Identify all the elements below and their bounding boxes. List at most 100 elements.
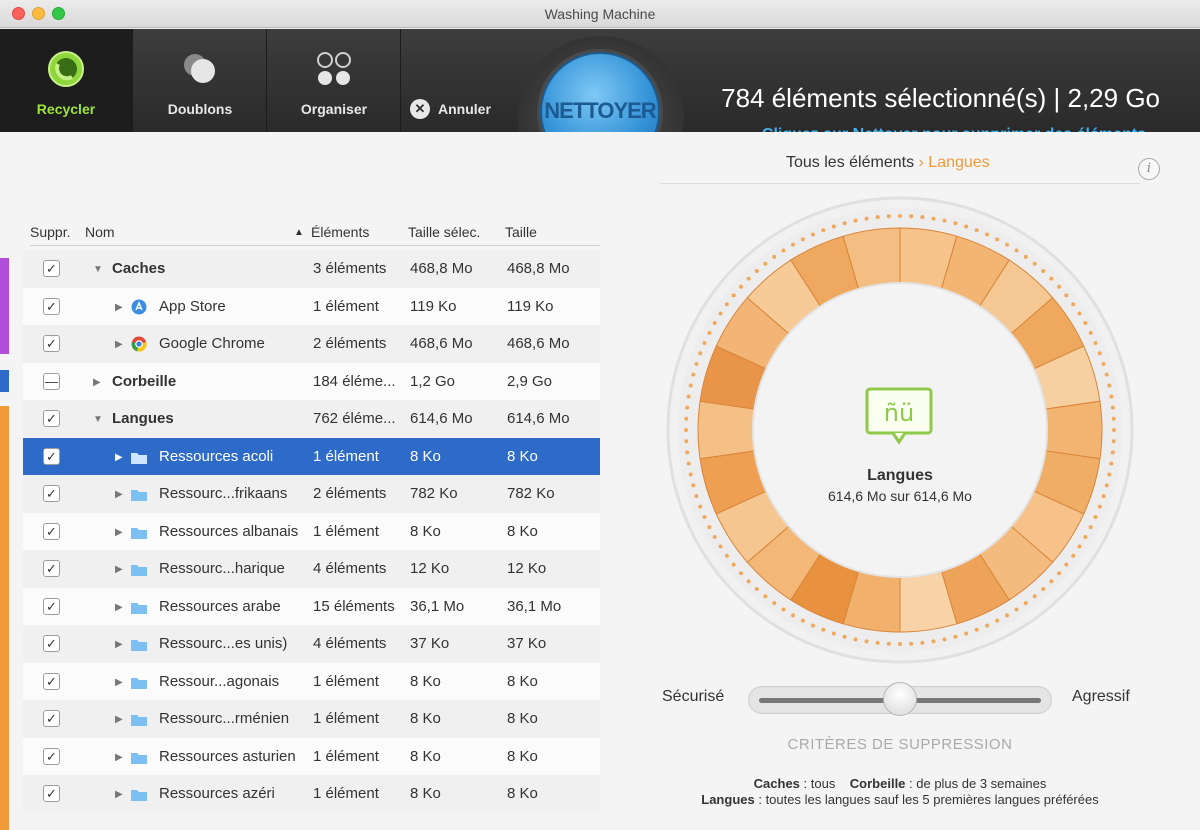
dial-dot [864,216,869,221]
table-row[interactable]: ✓ ▶ Ressources asturien 1 élément 8 Ko 8 Ko [23,737,600,775]
disclosure-closed-icon[interactable]: ▶ [115,452,123,463]
table-row[interactable]: ✓ ▶ Ressources azéri 1 élément 8 Ko 8 Ko [23,775,600,813]
dial-dot [691,372,696,377]
dial-dot [1110,450,1115,455]
table-row[interactable]: ✓ ▼ Caches 3 éléments 468,8 Mo 468,8 Mo [23,250,600,288]
row-size: 782 Ko [507,485,555,502]
dial-dot [718,311,723,316]
caches-color-bar [0,258,9,354]
delete-checkbox[interactable]: ✓ [43,335,60,352]
dial-dot [772,601,777,606]
disclosure-closed-icon[interactable]: ▶ [115,564,123,575]
disclosure-closed-icon[interactable]: ▶ [115,302,123,313]
table-row[interactable]: ✓ ▶ Ressourc...rménien 1 élément 8 Ko 8 Ko [23,700,600,738]
breadcrumb-root[interactable]: Tous les éléments [786,154,914,171]
delete-checkbox[interactable]: ✓ [43,672,60,690]
col-size-selected[interactable]: Taille sélec. [408,224,480,240]
table-row[interactable]: ✓ ▶ Google Chrome 2 éléments 468,6 Mo 468,6 M… [23,325,600,363]
dial-dot [707,330,712,335]
row-elements: 3 éléments [313,260,387,277]
dial-dot [1014,607,1019,612]
dial-dot [781,607,786,612]
items-panel: Suppr. Nom ▲ Éléments Taille sélec. Tail… [0,132,600,830]
col-size[interactable]: Taille [505,224,537,240]
info-icon[interactable]: i [1138,158,1160,180]
folder-icon [131,602,147,614]
row-size-selected: 8 Ko [410,447,441,465]
row-name: Ressources asturien [159,747,296,765]
disclosure-open-icon[interactable]: ▼ [93,414,103,425]
row-elements: 1 élément [313,447,379,465]
delete-checkbox[interactable]: ✓ [43,260,60,277]
dial-dot [686,461,691,466]
delete-checkbox[interactable]: — [43,372,60,390]
dial-dot [942,218,947,223]
table-row[interactable]: — ▶ Corbeille 184 éléme... 1,2 Go 2,9 Go [23,362,600,400]
delete-checkbox[interactable]: ✓ [43,522,60,540]
row-elements: 1 élément [313,710,379,727]
dial-dot [909,641,914,646]
table-row[interactable]: ✓ ▶ Ressources albanais 1 élément 8 Ko 8 Ko [23,512,600,550]
dial-dot [1104,372,1109,377]
dial-dot [754,587,759,592]
row-size-selected: 1,2 Go [410,372,456,390]
disclosure-closed-icon[interactable]: ▶ [115,752,123,763]
folder-icon [131,565,147,576]
dial-subtitle: 614,6 Mo sur 614,6 Mo [828,488,972,504]
table-row[interactable]: ✓ ▼ Langues 762 éléme... 614,6 Mo 614,6 Mo [23,400,600,438]
disclosure-open-icon[interactable]: ▼ [93,264,103,275]
disclosure-closed-icon[interactable]: ▶ [115,639,123,650]
disclosure-closed-icon[interactable]: ▶ [115,789,123,800]
disclosure-closed-icon[interactable]: ▶ [115,489,123,500]
delete-checkbox[interactable]: ✓ [43,297,60,315]
delete-checkbox[interactable]: ✓ [43,710,60,727]
dial-dot [1088,330,1093,335]
sort-up-icon: ▲ [294,227,304,238]
disclosure-closed-icon[interactable]: ▶ [115,677,123,688]
dial-dot [1083,535,1088,539]
disclosure-closed-icon[interactable]: ▶ [115,714,123,725]
table-row[interactable]: ✓ ▶ Ressources acoli 1 élément 8 Ko 8 Ko [23,437,600,475]
disclosure-closed-icon[interactable]: ▶ [115,602,123,613]
table-row[interactable]: ✓ ▶ Ressourc...es unis) 4 éléments 37 Ko 37 K… [23,625,600,663]
disclosure-closed-icon[interactable]: ▶ [115,339,123,350]
dial-dot [688,383,693,388]
row-elements: 1 élément [313,522,379,540]
table-row[interactable]: ✓ ▶ App Store 1 élément 119 Ko 119 Ko [23,287,600,325]
tab-organiser[interactable]: Organiser [268,29,401,132]
dial-title: Langues [867,467,933,484]
dial-dot [953,634,958,639]
col-name[interactable]: Nom [85,224,115,240]
col-elements[interactable]: Éléments [311,224,369,240]
cancel-button[interactable]: ✕ Annuler [410,97,491,121]
row-size-selected: 37 Ko [410,635,450,652]
table-row[interactable]: ✓ ▶ Ressour...agonais 1 élément 8 Ko 8 Ko [23,662,600,700]
dial-dot [694,361,699,366]
table-row[interactable]: ✓ ▶ Ressourc...harique 4 éléments 12 Ko 12 Ko [23,550,600,588]
disclosure-closed-icon[interactable]: ▶ [115,527,123,538]
row-elements: 4 éléments [313,635,387,652]
delete-checkbox[interactable]: ✓ [43,447,60,465]
disclosure-closed-icon[interactable]: ▶ [93,377,101,388]
dial-dot [985,623,990,628]
tab-label: Organiser [300,101,368,117]
delete-checkbox[interactable]: ✓ [43,485,60,502]
delete-checkbox[interactable]: ✓ [43,410,60,427]
col-suppr[interactable]: Suppr. [30,224,70,240]
delete-checkbox[interactable]: ✓ [43,597,60,615]
tab-recycler[interactable]: Recycler [0,29,133,132]
slider-thumb[interactable] [883,682,917,716]
dial-dot [1041,587,1046,592]
dial-dot [1032,261,1037,266]
table-row[interactable]: ✓ ▶ Ressources arabe 15 éléments 36,1 Mo 36,1… [23,587,600,625]
delete-checkbox[interactable]: ✓ [43,747,60,765]
chrome-icon [131,336,147,352]
dial-segment[interactable] [697,400,756,460]
table-row[interactable]: ✓ ▶ Ressourc...frikaans 2 éléments 782 Ko 782… [23,475,600,513]
tab-doublons[interactable]: Doublons [134,29,267,132]
delete-checkbox[interactable]: ✓ [43,785,60,802]
dial-segment[interactable] [1044,400,1103,460]
dial-dot [853,637,858,642]
delete-checkbox[interactable]: ✓ [43,560,60,577]
delete-checkbox[interactable]: ✓ [43,635,60,652]
